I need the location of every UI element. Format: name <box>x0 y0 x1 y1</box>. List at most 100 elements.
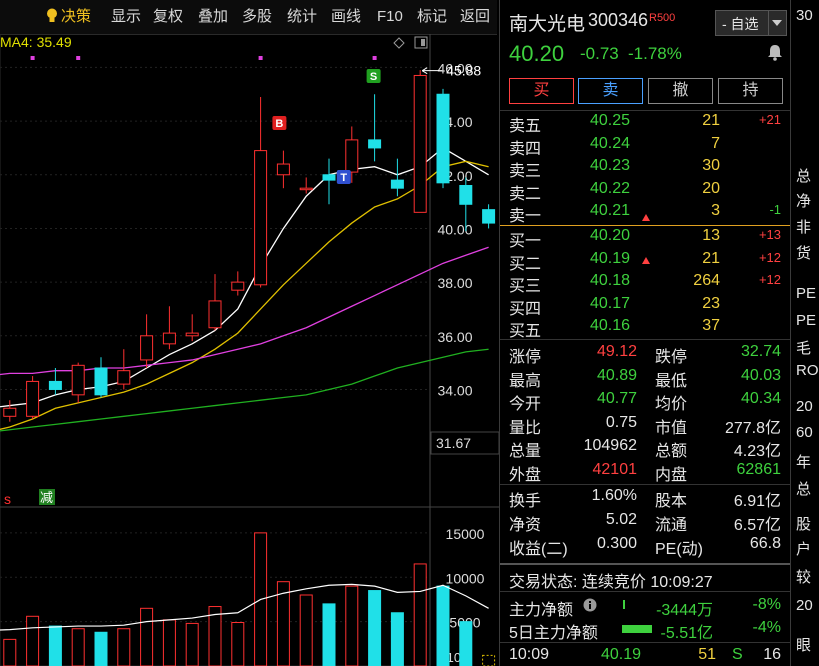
volume-bar[interactable] <box>26 615 40 666</box>
stat-value: 6.57亿 <box>733 517 781 534</box>
candle-body[interactable] <box>482 209 496 224</box>
volume-bar[interactable] <box>3 638 17 666</box>
stat-label: 总量 <box>509 443 542 460</box>
reduce-flag-text: 减 <box>40 490 53 505</box>
stat-value: 32.74 <box>740 343 781 360</box>
cancel-order-button[interactable]: 撤 <box>648 78 713 104</box>
volume-bar[interactable] <box>299 594 313 666</box>
candle-body[interactable] <box>368 139 382 149</box>
f10-panel-label: 毛 <box>796 340 812 357</box>
volume-bar[interactable] <box>368 590 382 666</box>
bell-icon[interactable] <box>767 44 783 61</box>
volume-bar[interactable] <box>436 585 450 666</box>
ask-level-label: 卖三 <box>509 163 542 180</box>
signal-dot <box>372 56 377 60</box>
candle-body[interactable] <box>436 93 450 184</box>
ask-volume: 7 <box>711 134 720 152</box>
bid-price: 40.18 <box>590 272 631 289</box>
volume-bar[interactable] <box>413 563 427 666</box>
bid-volume: 13 <box>702 227 720 244</box>
f10-panel-label: 眼 <box>796 637 812 654</box>
volume-bar[interactable] <box>231 622 245 666</box>
candle-body[interactable] <box>94 367 108 396</box>
volume-bar[interactable] <box>71 628 85 666</box>
ask-price: 40.23 <box>590 157 631 174</box>
sell-button[interactable]: 卖 <box>578 78 643 104</box>
bid-price: 40.19 <box>590 249 631 267</box>
candle-body[interactable] <box>254 150 268 286</box>
candle-body[interactable] <box>459 185 473 205</box>
bid-price: 40.20 <box>590 227 631 244</box>
bid-delta: +13 <box>758 227 781 242</box>
toolbar-item-overlay[interactable]: 叠加 <box>198 6 228 28</box>
main-net-value: -3444万 <box>656 602 713 619</box>
volume-bar[interactable] <box>117 628 131 666</box>
toolbar-item-statistics[interactable]: 统计 <box>287 6 317 28</box>
tick-volume: 51 <box>698 646 716 663</box>
candle-body[interactable] <box>413 74 427 213</box>
toolbar-item-decision[interactable]: 决策 <box>46 6 91 28</box>
stat-value: 4.23亿 <box>733 443 781 460</box>
lightbulb-icon <box>47 8 57 22</box>
candlestick-chart[interactable]: 46.0044.0042.0040.0038.0036.0034.0031.67… <box>0 34 499 666</box>
candle-body[interactable] <box>117 370 131 385</box>
candle-body[interactable] <box>390 179 404 189</box>
candle-body[interactable] <box>48 380 62 390</box>
f10-panel-label: RO <box>796 362 819 379</box>
high-annotation-label: 45.88 <box>446 63 481 79</box>
candle-body[interactable] <box>3 407 17 417</box>
stat-value: 40.77 <box>596 390 637 407</box>
toolbar-item-multi-stock[interactable]: 多股 <box>242 6 272 28</box>
toolbar-item-f10[interactable]: F10 <box>377 6 403 28</box>
toolbar-item-mark[interactable]: 标记 <box>417 6 447 28</box>
five-day-net-label: 5日主力净额 <box>509 625 598 642</box>
toolbar-item-back[interactable]: 返回 <box>460 6 490 28</box>
spread-divider <box>500 225 791 226</box>
f10-panel-label: 20 <box>796 597 813 614</box>
f10-panel-label: 户 <box>796 541 812 558</box>
candle-body[interactable] <box>299 187 313 191</box>
bid-volume: 21 <box>702 249 720 267</box>
s-flag-text: s <box>4 491 11 507</box>
candle-body[interactable] <box>231 281 245 291</box>
toolbar-item-draw-line[interactable]: 画线 <box>331 6 361 28</box>
volume-bar[interactable] <box>482 654 496 666</box>
candle-body[interactable] <box>140 335 154 361</box>
volume-bar[interactable] <box>140 607 154 666</box>
candle-body[interactable] <box>185 332 199 337</box>
volume-bar[interactable] <box>162 619 176 666</box>
buy-button[interactable]: 买 <box>509 78 574 104</box>
stat-label: 最低 <box>655 372 688 390</box>
ask-delta: +21 <box>758 112 781 127</box>
holdings-button[interactable]: 持 <box>718 78 783 104</box>
buy-signal-badge-text: B <box>275 118 283 130</box>
candle-body[interactable] <box>276 163 290 176</box>
watchlist-button[interactable]: - 自选 <box>715 10 787 36</box>
volume-bar[interactable] <box>390 612 404 666</box>
volume-bar[interactable] <box>345 585 359 666</box>
info-icon[interactable] <box>583 598 597 612</box>
candle-body[interactable] <box>71 364 85 396</box>
toolbar-item-display[interactable]: 显示 <box>111 6 141 28</box>
volume-bar[interactable] <box>185 622 199 666</box>
stat-value: 40.89 <box>596 366 637 384</box>
candle-body[interactable] <box>345 139 359 173</box>
volume-bar[interactable] <box>322 603 336 666</box>
price-tick-label: 36.00 <box>437 329 472 345</box>
sell-signal-badge-text: S <box>370 71 377 83</box>
uptick-arrow-icon <box>642 214 650 221</box>
candle-body[interactable] <box>162 332 176 345</box>
f10-panel-label: PE <box>796 285 817 302</box>
candle-body[interactable] <box>322 174 336 181</box>
stat-value: 62861 <box>736 460 782 478</box>
volume-bar[interactable] <box>48 625 62 666</box>
last-price: 40.20 <box>509 41 565 66</box>
candle-body[interactable] <box>26 380 40 417</box>
ask-volume: 30 <box>702 157 720 174</box>
volume-bar[interactable] <box>459 621 473 666</box>
ask-level-label: 卖二 <box>509 185 542 203</box>
volume-bar[interactable] <box>94 631 108 666</box>
candle-body[interactable] <box>208 300 222 329</box>
stat-label: 换手 <box>509 493 542 510</box>
toolbar-item-adjust[interactable]: 复权 <box>153 6 183 28</box>
